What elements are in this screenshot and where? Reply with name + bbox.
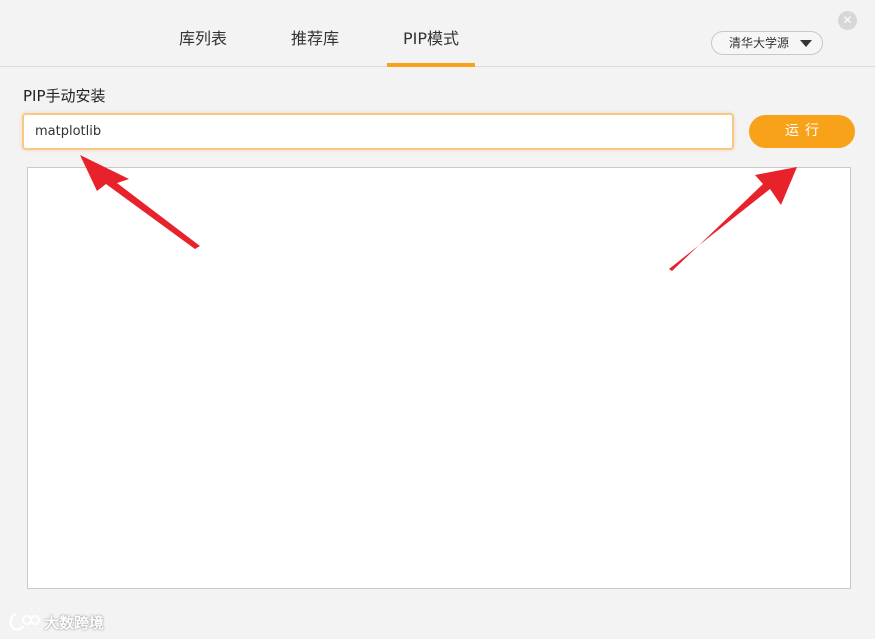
watermark-text: 大数跨境 (44, 613, 105, 632)
watermark-logo: 大数跨境 (8, 610, 104, 634)
annotation-arrow-run (669, 167, 797, 271)
annotation-arrows (80, 155, 797, 271)
annotation-arrow-input (80, 155, 200, 249)
watermark-logo-icon (9, 612, 40, 631)
